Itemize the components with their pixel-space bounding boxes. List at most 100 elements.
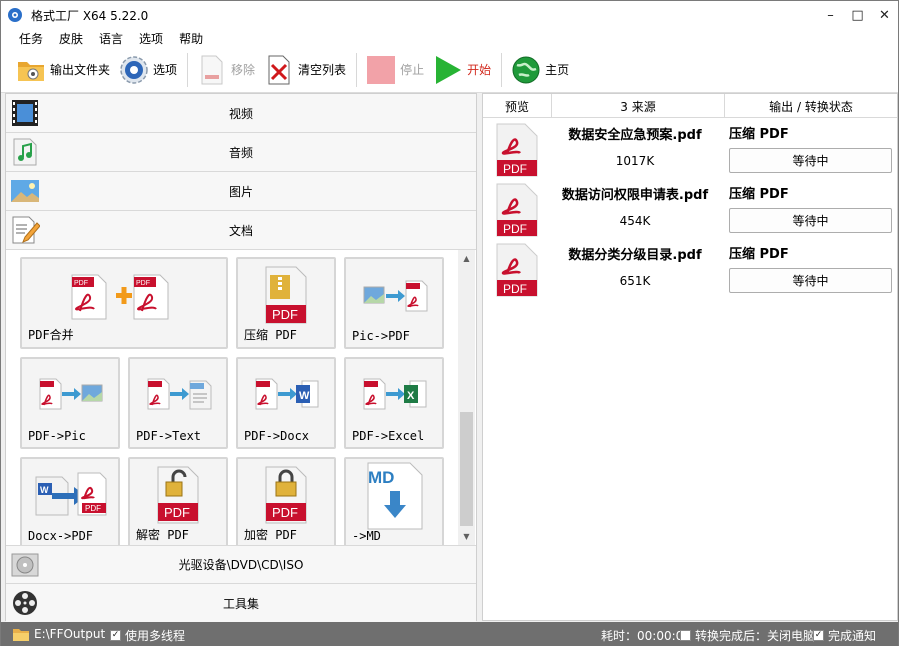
menu-language[interactable]: 语言 bbox=[91, 30, 131, 47]
tile-pdf-to-text[interactable]: PDF->Text bbox=[128, 357, 228, 449]
start-button[interactable]: 开始 bbox=[432, 50, 491, 90]
tile-encrypt-pdf[interactable]: PDF 加密 PDF bbox=[236, 457, 336, 545]
svg-text:PDF: PDF bbox=[272, 505, 298, 520]
folder-icon bbox=[13, 628, 29, 641]
maximize-button[interactable]: □ bbox=[844, 1, 871, 29]
column-status[interactable]: 输出 / 转换状态 bbox=[725, 94, 897, 118]
task-row[interactable]: PDF 数据安全应急预案.pdf 1017K 压缩 PDF 等待中 bbox=[483, 120, 897, 180]
tile-label: PDF->Pic bbox=[28, 429, 86, 443]
tile-pdf-merge[interactable]: PDF PDF PDF合并 bbox=[20, 257, 228, 349]
after-done-option[interactable]: 转换完成后：关闭电脑 bbox=[680, 627, 815, 644]
status-badge: 等待中 bbox=[729, 148, 892, 173]
pdf-to-docx-icon: W bbox=[254, 377, 320, 414]
tile-label: 解密 PDF bbox=[136, 528, 189, 542]
title-bar: 格式工厂 X64 5.22.0 – □ ✕ bbox=[1, 1, 898, 29]
options-button[interactable]: 选项 bbox=[118, 50, 177, 90]
pdf-file-icon: PDF bbox=[495, 242, 539, 298]
menu-bar: 任务 皮肤 语言 选项 帮助 bbox=[1, 29, 898, 47]
tile-compress-pdf[interactable]: PDF 压缩 PDF bbox=[236, 257, 336, 349]
category-video[interactable]: 视频 bbox=[6, 94, 476, 133]
menu-task[interactable]: 任务 bbox=[11, 30, 51, 47]
globe-icon bbox=[510, 54, 542, 86]
after-done-checkbox[interactable] bbox=[680, 630, 691, 641]
scroll-thumb[interactable] bbox=[460, 412, 473, 526]
options-label: 选项 bbox=[153, 63, 178, 77]
app-logo-icon bbox=[7, 7, 23, 23]
tile-label: 压缩 PDF bbox=[244, 328, 297, 342]
task-list-panel: 预览 3 来源 输出 / 转换状态 PDF 数据安全应急预案.pdf 1017K… bbox=[482, 93, 898, 621]
minimize-icon: – bbox=[827, 7, 834, 23]
svg-text:PDF: PDF bbox=[503, 222, 527, 236]
tile-decrypt-pdf[interactable]: PDF 解密 PDF bbox=[128, 457, 228, 545]
scroll-down-arrow-icon[interactable]: ▼ bbox=[458, 528, 475, 545]
minimize-button[interactable]: – bbox=[817, 1, 844, 29]
category-image[interactable]: 图片 bbox=[6, 172, 476, 211]
category-disc[interactable]: 光驱设备\DVD\CD\ISO bbox=[6, 545, 476, 584]
tile-label: PDF->Docx bbox=[244, 429, 310, 443]
svg-text:W: W bbox=[299, 390, 310, 402]
category-document[interactable]: 文档 bbox=[6, 211, 476, 250]
svg-text:PDF: PDF bbox=[164, 505, 190, 520]
stop-icon bbox=[365, 54, 397, 86]
notify-checkbox[interactable]: ✓ bbox=[813, 630, 824, 641]
pdf-file-icon: PDF bbox=[495, 182, 539, 238]
task-row[interactable]: PDF 数据分类分级目录.pdf 651K 压缩 PDF 等待中 bbox=[483, 240, 897, 300]
tile-pic-to-pdf[interactable]: Pic->PDF bbox=[344, 257, 444, 349]
remove-button[interactable]: 移除 bbox=[196, 50, 255, 90]
file-size: 651K bbox=[619, 274, 651, 288]
svg-text:PDF: PDF bbox=[136, 280, 150, 287]
category-disc-label: 光驱设备\DVD\CD\ISO bbox=[178, 558, 304, 572]
document-tools-grid: PDF PDF PDF合并 PDF 压缩 PDF Pic->PDF PDF->P… bbox=[6, 250, 458, 545]
category-tools[interactable]: 工具集 bbox=[6, 584, 476, 623]
after-done-label: 转换完成后：关闭电脑 bbox=[695, 629, 816, 643]
home-button[interactable]: 主页 bbox=[510, 50, 569, 90]
column-source[interactable]: 3 来源 bbox=[552, 94, 725, 118]
clear-list-button[interactable]: 清空列表 bbox=[263, 50, 346, 90]
toolbar-separator bbox=[356, 52, 358, 87]
tile-label: Pic->PDF bbox=[352, 329, 410, 343]
pdf-encrypt-icon: PDF bbox=[262, 465, 312, 528]
close-icon: ✕ bbox=[879, 7, 890, 23]
tile-to-markdown[interactable]: MD ->MD bbox=[344, 457, 444, 545]
multithread-checkbox[interactable]: ✓ bbox=[110, 630, 121, 641]
svg-text:PDF: PDF bbox=[272, 307, 298, 322]
toolbar-separator bbox=[501, 52, 503, 87]
pdf-to-pic-icon bbox=[38, 377, 104, 414]
category-image-label: 图片 bbox=[228, 184, 253, 199]
tile-pdf-to-docx[interactable]: W PDF->Docx bbox=[236, 357, 336, 449]
output-folder-label: 输出文件夹 bbox=[50, 63, 111, 77]
svg-text:PDF: PDF bbox=[85, 504, 101, 513]
tile-docx-to-pdf[interactable]: W PDF Docx->PDF bbox=[20, 457, 120, 545]
category-audio[interactable]: 音频 bbox=[6, 133, 476, 172]
file-size: 454K bbox=[619, 214, 651, 228]
menu-skin[interactable]: 皮肤 bbox=[51, 30, 91, 47]
column-preview[interactable]: 预览 bbox=[483, 94, 552, 118]
menu-help[interactable]: 帮助 bbox=[171, 30, 211, 47]
output-path-text: E:\FFOutput bbox=[34, 627, 106, 641]
svg-text:PDF: PDF bbox=[503, 162, 527, 176]
notify-option[interactable]: ✓ 完成通知 bbox=[813, 627, 876, 644]
menu-options[interactable]: 选项 bbox=[131, 30, 171, 47]
stop-button[interactable]: 停止 bbox=[365, 50, 424, 90]
docx-to-pdf-icon: W PDF bbox=[32, 469, 108, 520]
tile-pdf-to-pic[interactable]: PDF->Pic bbox=[20, 357, 120, 449]
task-row[interactable]: PDF 数据访问权限申请表.pdf 454K 压缩 PDF 等待中 bbox=[483, 180, 897, 240]
tile-pdf-to-excel[interactable]: X PDF->Excel bbox=[344, 357, 444, 449]
toolbar-separator bbox=[187, 52, 189, 87]
window-title: 格式工厂 X64 5.22.0 bbox=[31, 8, 149, 23]
folder-icon bbox=[15, 54, 47, 86]
output-path[interactable]: E:\FFOutput bbox=[13, 627, 105, 641]
tools-scrollbar[interactable]: ▲ ▼ bbox=[458, 250, 475, 545]
notify-label: 完成通知 bbox=[828, 629, 877, 643]
close-button[interactable]: ✕ bbox=[871, 1, 898, 29]
svg-text:PDF: PDF bbox=[74, 280, 88, 287]
maximize-icon: □ bbox=[851, 7, 864, 23]
pdf-merge-icon: PDF PDF bbox=[68, 271, 178, 324]
home-label: 主页 bbox=[545, 63, 570, 77]
scroll-up-arrow-icon[interactable]: ▲ bbox=[458, 250, 475, 267]
status-badge: 等待中 bbox=[729, 208, 892, 233]
multithread-option[interactable]: ✓ 使用多线程 bbox=[110, 627, 185, 644]
output-folder-button[interactable]: 输出文件夹 bbox=[15, 50, 110, 90]
pdf-file-icon: PDF bbox=[495, 122, 539, 178]
elapsed-time-text: 耗时：00:00:05 bbox=[601, 629, 691, 643]
